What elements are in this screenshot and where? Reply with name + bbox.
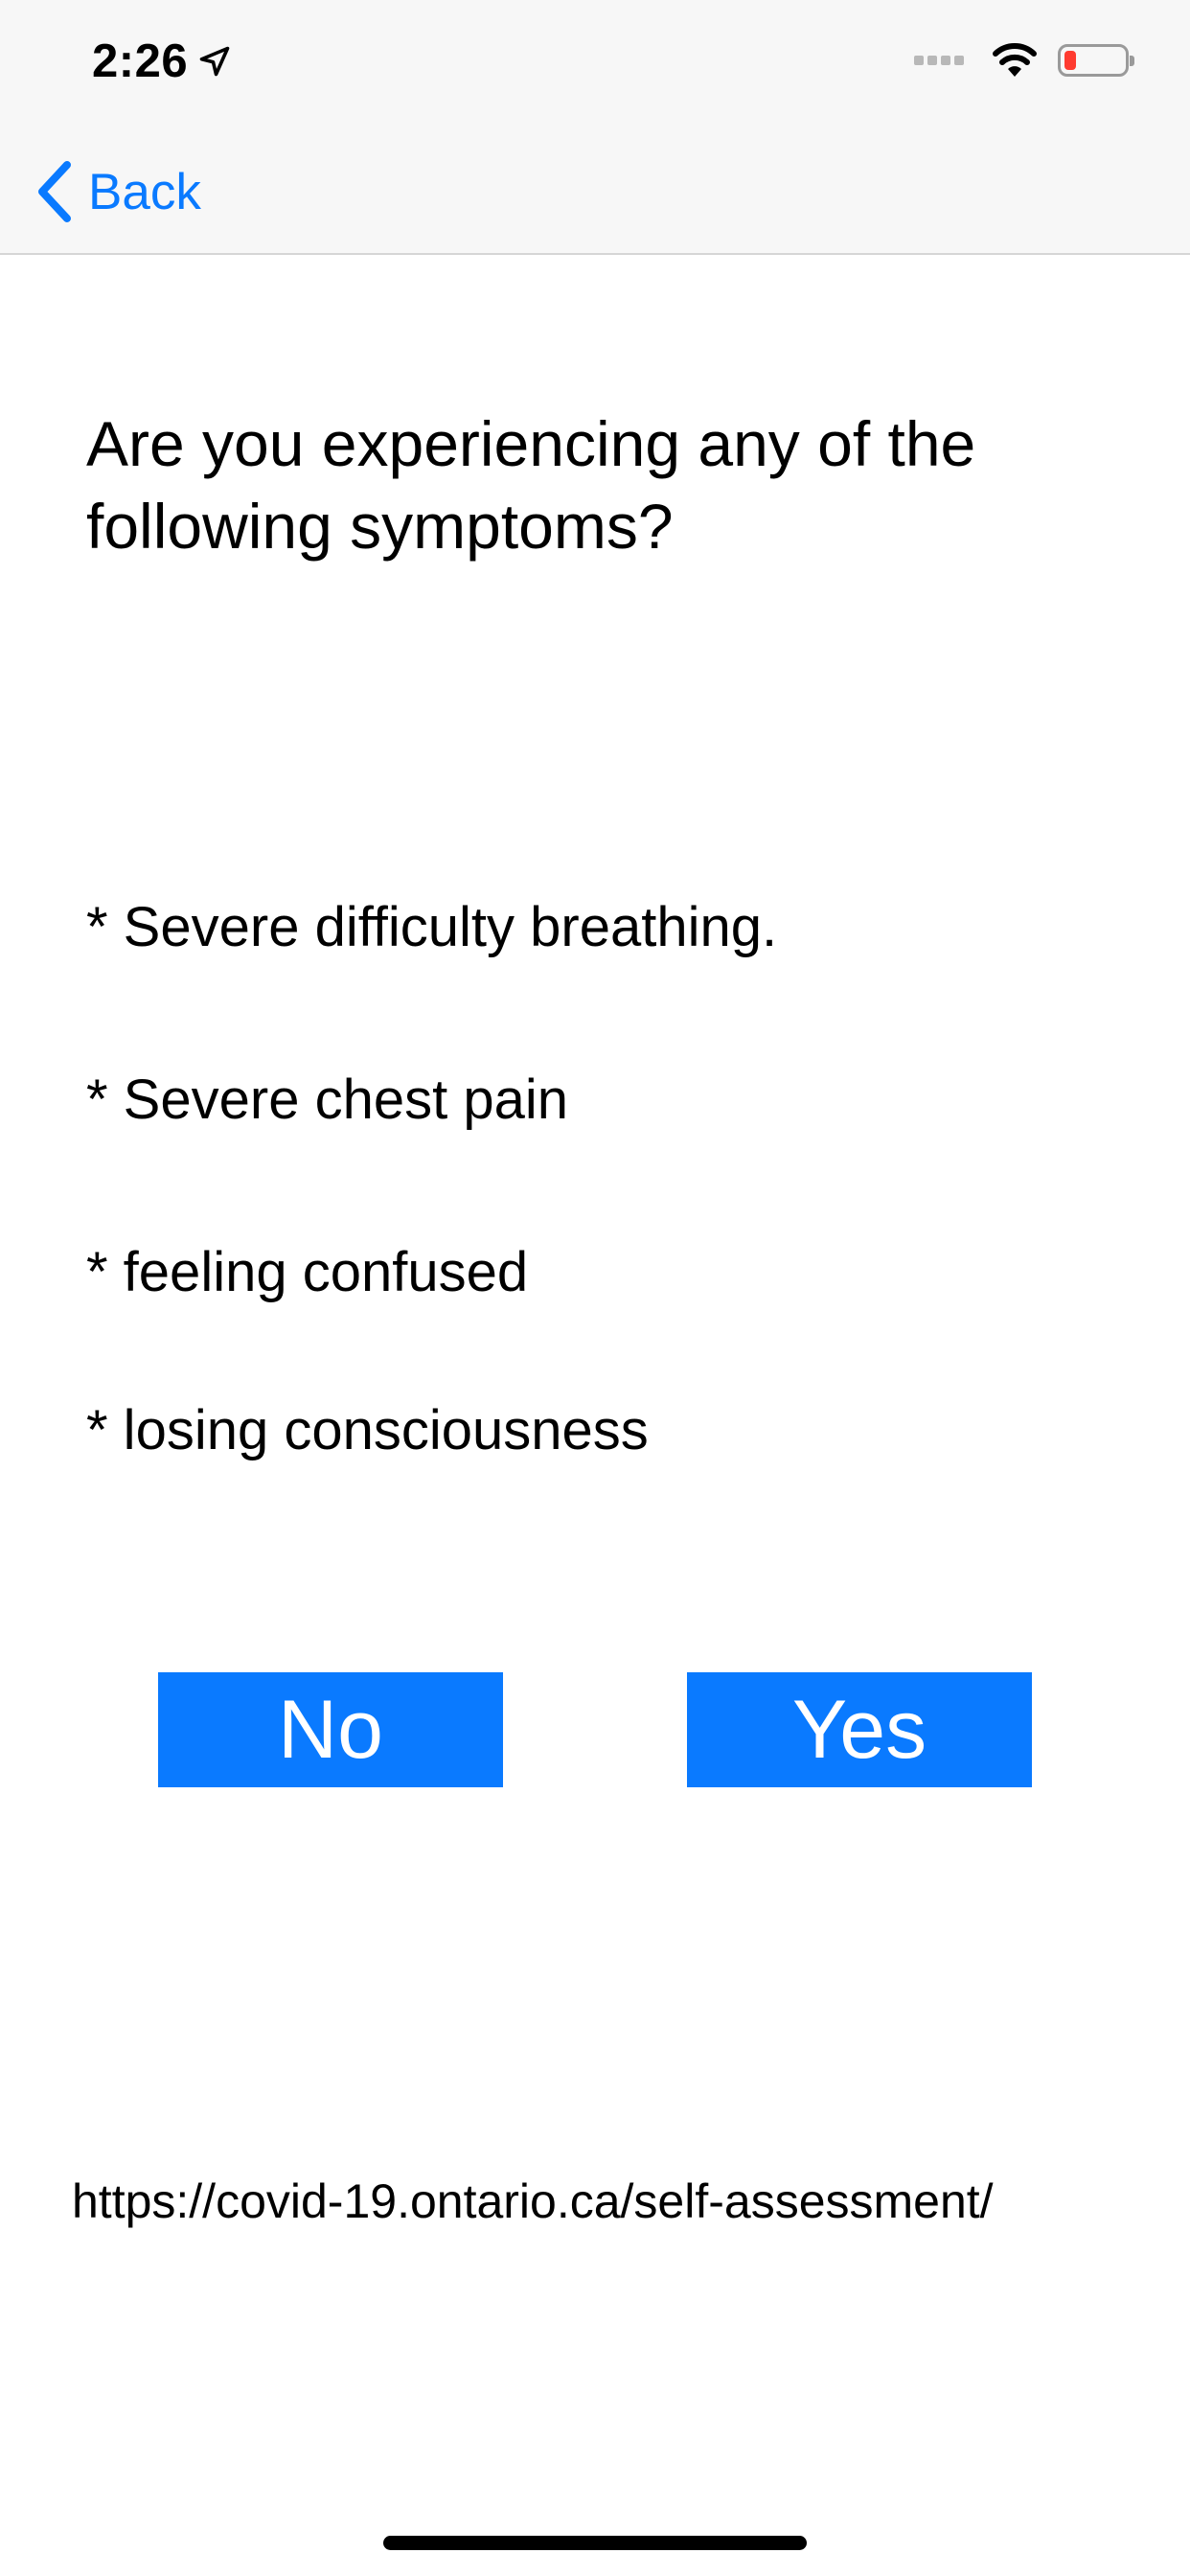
symptom-item: * Severe chest pain <box>86 1069 568 1131</box>
cellular-signal-icon <box>914 56 968 65</box>
symptom-item: * feeling confused <box>86 1241 529 1303</box>
back-button[interactable]: Back <box>34 153 201 230</box>
chevron-left-icon <box>38 161 71 222</box>
question-heading: Are you experiencing any of the followin… <box>86 408 976 562</box>
battery-level <box>1064 51 1076 70</box>
battery-low-icon <box>1058 44 1134 77</box>
status-indicators <box>914 42 1134 79</box>
yes-button[interactable]: Yes <box>687 1672 1032 1787</box>
symptom-item: * Severe difficulty breathing. <box>86 896 778 958</box>
home-indicator[interactable] <box>383 2536 807 2550</box>
location-arrow-icon <box>199 46 230 77</box>
status-time-group: 2:26 <box>92 34 232 88</box>
wifi-icon <box>993 43 1037 77</box>
symptom-item: * losing consciousness <box>86 1399 649 1461</box>
symptom-list: * Severe difficulty breathing. * Severe … <box>86 889 1121 1565</box>
back-label: Back <box>88 163 201 220</box>
screen: 2:26 Back Are you experiencing any of th… <box>0 0 1190 2576</box>
source-url: https://covid-19.ontario.ca/self-assessm… <box>72 2174 994 2228</box>
no-button[interactable]: No <box>158 1672 503 1787</box>
status-time: 2:26 <box>92 35 189 87</box>
top-bar: 2:26 Back <box>0 0 1190 255</box>
